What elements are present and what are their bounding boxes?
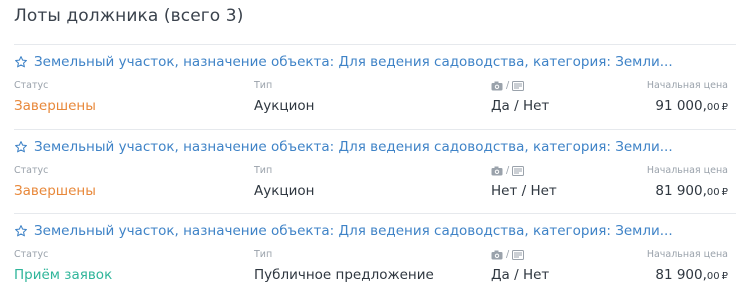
price-value: 81 900,00 ₽ (655, 183, 728, 199)
type-label: Тип (254, 80, 273, 91)
media-label: / (491, 249, 525, 263)
status-label: Статус (14, 249, 49, 260)
media-value: Да / Нет (491, 98, 550, 114)
type-label: Тип (254, 165, 273, 176)
media-separator: / (506, 249, 510, 260)
lot-title[interactable]: Земельный участок, назначение объекта: Д… (34, 54, 673, 70)
media-label: / (491, 80, 525, 94)
lot-title[interactable]: Земельный участок, назначение объекта: Д… (34, 223, 673, 239)
currency-symbol: ₽ (721, 187, 728, 198)
price-value: 81 900,00 ₽ (655, 267, 728, 283)
price-cents: 00 (706, 187, 720, 198)
status-value: Завершены (14, 183, 96, 199)
camera-icon (491, 250, 503, 259)
camera-icon (491, 166, 503, 175)
media-value: Нет / Нет (491, 183, 557, 199)
lot-card-1: Земельный участок, назначение объекта: Д… (0, 44, 750, 128)
price-label: Начальная цена (646, 249, 728, 260)
price-cents: 00 (706, 271, 720, 282)
currency-symbol: ₽ (721, 271, 728, 282)
price-label: Начальная цена (646, 165, 728, 176)
lot-title-link[interactable]: Земельный участок, назначение объекта: Д… (14, 223, 673, 239)
lot-card-2: Земельный участок, назначение объекта: Д… (0, 129, 750, 213)
media-separator: / (506, 165, 510, 176)
price-cents: 00 (706, 102, 720, 113)
lot-title[interactable]: Земельный участок, назначение объекта: Д… (34, 139, 673, 155)
status-value: Приём заявок (14, 267, 113, 283)
star-icon[interactable] (14, 224, 28, 238)
type-value: Аукцион (254, 183, 315, 199)
document-icon (512, 249, 525, 260)
camera-icon (491, 81, 503, 90)
media-separator: / (506, 80, 510, 91)
price-main: 81 900, (655, 183, 707, 199)
document-icon (512, 80, 525, 91)
type-label: Тип (254, 249, 273, 260)
media-value: Да / Нет (491, 267, 550, 283)
page-title: Лоты должника (всего 3) (14, 6, 244, 26)
type-value: Аукцион (254, 98, 315, 114)
star-icon[interactable] (14, 55, 28, 69)
type-value: Публичное предложение (254, 267, 434, 283)
document-icon (512, 165, 525, 176)
lot-card-3: Земельный участок, назначение объекта: Д… (0, 213, 750, 297)
status-value: Завершены (14, 98, 96, 114)
status-label: Статус (14, 165, 49, 176)
status-label: Статус (14, 80, 49, 91)
currency-symbol: ₽ (721, 102, 728, 113)
price-main: 91 000, (655, 98, 707, 114)
price-label: Начальная цена (646, 80, 728, 91)
price-main: 81 900, (655, 267, 707, 283)
lot-title-link[interactable]: Земельный участок, назначение объекта: Д… (14, 139, 673, 155)
lot-title-link[interactable]: Земельный участок, назначение объекта: Д… (14, 54, 673, 70)
price-value: 91 000,00 ₽ (655, 98, 728, 114)
star-icon[interactable] (14, 140, 28, 154)
debtor-lots-panel: Лоты должника (всего 3) Земельный участо… (0, 0, 750, 300)
media-label: / (491, 165, 525, 179)
